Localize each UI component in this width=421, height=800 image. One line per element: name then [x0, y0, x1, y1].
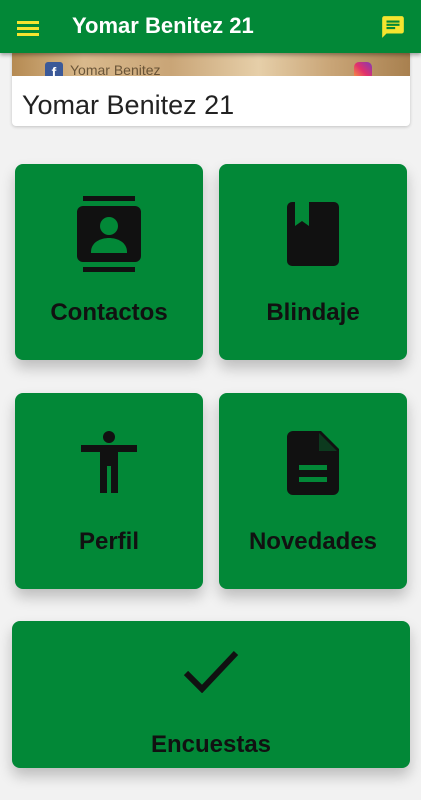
novedades-label: Novedades — [248, 528, 378, 555]
encuestas-label: Encuestas — [150, 731, 272, 758]
profile-banner-card[interactable]: f Yomar Benitez Yomar Benitez 21 — [12, 50, 410, 126]
encuestas-tile[interactable]: Encuestas — [12, 621, 410, 768]
chat-button[interactable] — [379, 13, 407, 41]
facebook-logo-icon: f — [45, 62, 63, 76]
banner-image-text: Yomar Benitez — [70, 62, 161, 76]
banner-name: Yomar Benitez 21 — [22, 90, 235, 120]
menu-button[interactable] — [14, 14, 42, 42]
app-title: Yomar Benitez 21 — [72, 13, 254, 38]
document-icon — [287, 431, 339, 495]
banner-image: f Yomar Benitez — [12, 50, 410, 76]
perfil-label: Perfil — [78, 528, 140, 555]
accessibility-person-icon — [81, 431, 137, 493]
blindaje-tile[interactable]: Blindaje — [219, 164, 407, 360]
contactos-tile[interactable]: Contactos — [15, 164, 203, 360]
contactos-label: Contactos — [50, 299, 168, 326]
book-icon — [287, 202, 339, 266]
app-bar: Yomar Benitez 21 — [0, 0, 421, 53]
instagram-logo-icon — [354, 62, 372, 76]
chat-message-icon — [382, 16, 404, 38]
checkmark-icon — [183, 650, 239, 693]
contacts-icon — [77, 196, 141, 272]
blindaje-label: Blindaje — [266, 299, 360, 326]
hamburger-menu-icon — [17, 21, 39, 36]
novedades-tile[interactable]: Novedades — [219, 393, 407, 589]
perfil-tile[interactable]: Perfil — [15, 393, 203, 589]
